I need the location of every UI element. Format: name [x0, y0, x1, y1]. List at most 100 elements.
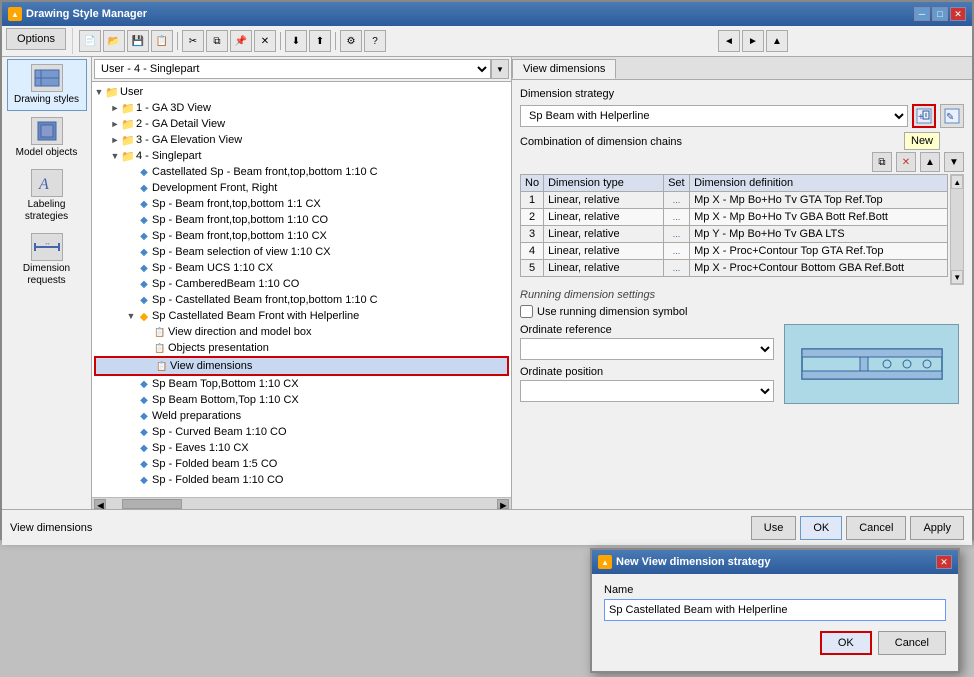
- tree-item-castellated-sp[interactable]: ◆ Sp - Castellated Beam front,top,bottom…: [94, 292, 509, 308]
- ordinate-ref-select[interactable]: [520, 338, 774, 360]
- tree-label: View dimensions: [170, 360, 252, 372]
- cell-def: Mp X - Proc+Contour Top GTA Ref.Top: [690, 243, 948, 260]
- tree-item-beam-ucs[interactable]: ◆ Sp - Beam UCS 1:10 CX: [94, 260, 509, 276]
- app-icon: ▲: [8, 7, 22, 21]
- use-symbol-checkbox[interactable]: [520, 305, 533, 318]
- table-row[interactable]: 1 Linear, relative ... Mp X - Mp Bo+Ho T…: [521, 192, 948, 209]
- sidebar-item-labeling[interactable]: A Labeling strategies: [7, 165, 87, 227]
- tree-label: Sp - Folded beam 1:5 CO: [152, 458, 277, 470]
- cancel-button[interactable]: Cancel: [846, 516, 906, 540]
- properties-button[interactable]: ⚙: [340, 30, 362, 52]
- tab-bar: View dimensions: [512, 57, 972, 80]
- folder-icon: 📁: [104, 85, 120, 99]
- tree-item-ga-detail[interactable]: ► 📁 2 - GA Detail View: [94, 116, 509, 132]
- minimize-button[interactable]: ─: [914, 7, 930, 21]
- cell-set[interactable]: ...: [664, 209, 690, 226]
- tree-item-eaves[interactable]: ◆ Sp - Eaves 1:10 CX: [94, 440, 509, 456]
- dimension-strategy-select[interactable]: Sp Beam with Helperline: [520, 105, 908, 127]
- sidebar-item-dimension[interactable]: ↔ Dimension requests: [7, 229, 87, 291]
- down-chain-button[interactable]: ▼: [944, 152, 964, 172]
- close-button[interactable]: ✕: [950, 7, 966, 21]
- nav-back-button[interactable]: ◄: [718, 30, 740, 52]
- dialog-close-button[interactable]: ✕: [936, 555, 952, 569]
- scroll-right-arrow[interactable]: ►: [497, 499, 509, 509]
- dialog-name-input[interactable]: [604, 599, 946, 621]
- scroll-left-arrow[interactable]: ◄: [94, 499, 106, 509]
- ordinate-pos-select[interactable]: [520, 380, 774, 402]
- copy-chain-button[interactable]: ⧉: [872, 152, 892, 172]
- sidebar-item-model-objects[interactable]: Model objects: [7, 113, 87, 163]
- apply-button[interactable]: Apply: [910, 516, 964, 540]
- dialog-icon: ▲: [598, 555, 612, 569]
- tab-view-dimensions[interactable]: View dimensions: [512, 59, 616, 79]
- delete-chain-button[interactable]: ✕: [896, 152, 916, 172]
- options-button[interactable]: Options: [6, 28, 66, 50]
- tree-item-beam-sel[interactable]: ◆ Sp - Beam selection of view 1:10 CX: [94, 244, 509, 260]
- dialog-ok-button[interactable]: OK: [820, 631, 872, 655]
- delete-button[interactable]: ✕: [254, 30, 276, 52]
- tree-item-ga-elevation[interactable]: ► 📁 3 - GA Elevation View: [94, 132, 509, 148]
- table-row[interactable]: 5 Linear, relative ... Mp X - Proc+Conto…: [521, 260, 948, 277]
- use-button[interactable]: Use: [751, 516, 797, 540]
- cell-set[interactable]: ...: [664, 226, 690, 243]
- tree-item-4-singlepart[interactable]: ▼ 📁 4 - Singlepart: [94, 148, 509, 164]
- tree-item-beam-10-co[interactable]: ◆ Sp - Beam front,top,bottom 1:10 CO: [94, 212, 509, 228]
- tree-item-objects-pres[interactable]: 📋 Objects presentation: [94, 340, 509, 356]
- tree-item-beam-10-cx[interactable]: ◆ Sp - Beam front,top,bottom 1:10 CX: [94, 228, 509, 244]
- export-button[interactable]: ⬆: [309, 30, 331, 52]
- save-as-button[interactable]: 📋: [151, 30, 173, 52]
- tree-item-view-direction[interactable]: 📋 View direction and model box: [94, 324, 509, 340]
- tree-item-sp-beam-bot-top[interactable]: ◆ Sp Beam Bottom,Top 1:10 CX: [94, 392, 509, 408]
- tree-item-user[interactable]: ▼ 📁 User: [94, 84, 509, 100]
- save-button[interactable]: 💾: [127, 30, 149, 52]
- tree-item-sp-castellated-folder[interactable]: ▼ ◆ Sp Castellated Beam Front with Helpe…: [94, 308, 509, 324]
- edit-strategy-button[interactable]: ✎: [940, 104, 964, 128]
- sidebar-item-drawing-styles[interactable]: Drawing styles: [7, 59, 87, 111]
- tree-item-ga3d[interactable]: ► 📁 1 - GA 3D View: [94, 100, 509, 116]
- help-button[interactable]: ?: [364, 30, 386, 52]
- tree-item-sp-beam-top-bot[interactable]: ◆ Sp Beam Top,Bottom 1:10 CX: [94, 376, 509, 392]
- cell-no: 3: [521, 226, 544, 243]
- nav-fwd-button[interactable]: ►: [742, 30, 764, 52]
- paste-button[interactable]: 📌: [230, 30, 252, 52]
- cut-button[interactable]: ✂: [182, 30, 204, 52]
- ok-button[interactable]: OK: [800, 516, 842, 540]
- cell-set[interactable]: ...: [664, 243, 690, 260]
- tree-item-development[interactable]: ◆ Development Front, Right: [94, 180, 509, 196]
- open-button[interactable]: 📂: [103, 30, 125, 52]
- nav-up-button[interactable]: ▲: [766, 30, 788, 52]
- tree-scrollbar[interactable]: ◄ ►: [92, 497, 511, 509]
- tree-item-cambered[interactable]: ◆ Sp - CamberedBeam 1:10 CO: [94, 276, 509, 292]
- new-strategy-button[interactable]: + New: [912, 104, 936, 128]
- tree-item-curved[interactable]: ◆ Sp - Curved Beam 1:10 CO: [94, 424, 509, 440]
- table-row[interactable]: 2 Linear, relative ... Mp X - Mp Bo+Ho T…: [521, 209, 948, 226]
- tree-label: Sp - Beam selection of view 1:10 CX: [152, 246, 331, 258]
- tree-item-view-dimensions[interactable]: 📋 View dimensions: [94, 356, 509, 376]
- copy-button[interactable]: ⧉: [206, 30, 228, 52]
- up-chain-button[interactable]: ▲: [920, 152, 940, 172]
- table-row[interactable]: 3 Linear, relative ... Mp Y - Mp Bo+Ho T…: [521, 226, 948, 243]
- dropdown-arrow-icon[interactable]: ▼: [491, 59, 509, 79]
- scroll-up-arrow[interactable]: ▲: [951, 175, 963, 189]
- table-scrollbar[interactable]: ▲ ▼: [950, 174, 964, 285]
- scroll-down-arrow[interactable]: ▼: [951, 270, 963, 284]
- dialog-cancel-button[interactable]: Cancel: [878, 631, 946, 655]
- import-button[interactable]: ⬇: [285, 30, 307, 52]
- new-file-button[interactable]: 📄: [79, 30, 101, 52]
- user-dropdown[interactable]: User - 4 - Singlepart: [94, 59, 491, 79]
- dropdown-bar: User - 4 - Singlepart ▼: [92, 57, 511, 82]
- scroll-thumb[interactable]: [122, 499, 182, 509]
- expand-icon: ▼: [110, 151, 120, 161]
- tree-item-folded-10[interactable]: ◆ Sp - Folded beam 1:10 CO: [94, 472, 509, 488]
- dialog-title-text: New View dimension strategy: [616, 556, 770, 568]
- tree-item-beam-1-1[interactable]: ◆ Sp - Beam front,top,bottom 1:1 CX: [94, 196, 509, 212]
- tree-item-folded-5[interactable]: ◆ Sp - Folded beam 1:5 CO: [94, 456, 509, 472]
- tree-item-weld[interactable]: ◆ Weld preparations: [94, 408, 509, 424]
- cell-set[interactable]: ...: [664, 192, 690, 209]
- cell-set[interactable]: ...: [664, 260, 690, 277]
- cell-type: Linear, relative: [544, 192, 664, 209]
- tree-container[interactable]: ▼ 📁 User ► 📁 1 - GA 3D View ► 📁 2 - GA D…: [92, 82, 511, 497]
- tree-item-castellated[interactable]: ◆ Castellated Sp - Beam front,top,bottom…: [94, 164, 509, 180]
- table-row[interactable]: 4 Linear, relative ... Mp X - Proc+Conto…: [521, 243, 948, 260]
- maximize-button[interactable]: □: [932, 7, 948, 21]
